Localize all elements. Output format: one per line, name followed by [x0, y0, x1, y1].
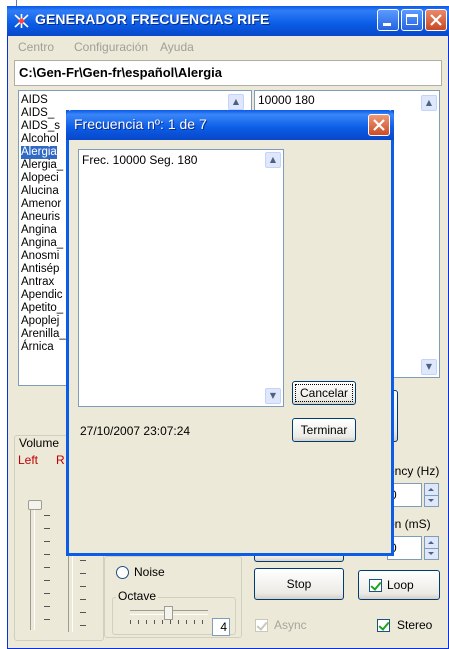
noise-label: Noise: [134, 565, 165, 579]
loop-checkbox[interactable]: [369, 579, 382, 592]
list-item[interactable]: Anosmi: [21, 250, 59, 263]
dialog-title: Frecuencia nº: 1 de 7: [74, 116, 207, 132]
octave-slider[interactable]: [128, 606, 210, 628]
dialog-close-button[interactable]: [368, 114, 390, 136]
list-item[interactable]: Apendic: [21, 289, 63, 302]
close-icon: [373, 119, 385, 131]
app-icon: [14, 14, 29, 28]
left-label: Left: [18, 453, 39, 467]
octave-label: Octave: [116, 589, 159, 603]
dialog-timestamp: 27/10/2007 23:07:24: [80, 424, 191, 438]
list-item[interactable]: Alopeci: [21, 172, 59, 185]
memo-text: Frec. 10000 Seg. 180: [82, 153, 198, 167]
noise-radio[interactable]: [116, 566, 129, 579]
list-item[interactable]: Alergia_: [21, 159, 63, 172]
duration-spinner[interactable]: [424, 536, 439, 560]
freq-scroll-up-button[interactable]: ▲: [421, 95, 437, 111]
frequency-label: ency (Hz): [388, 464, 440, 478]
menu-ayuda[interactable]: Ayuda: [160, 40, 194, 54]
duration-label: on (mS): [388, 517, 431, 531]
volume-label: Volume: [18, 436, 61, 450]
list-item-selected[interactable]: Alergia: [21, 146, 57, 159]
list-item[interactable]: Antisép: [21, 263, 59, 276]
stop-button[interactable]: Stop: [254, 568, 344, 600]
list-item[interactable]: Amenor: [21, 198, 61, 211]
octave-value[interactable]: 4: [212, 618, 230, 636]
list-item[interactable]: Angina_: [21, 237, 63, 250]
loop-toggle[interactable]: Loop: [358, 570, 440, 600]
dialog-titlebar[interactable]: Frecuencia nº: 1 de 7: [66, 110, 394, 140]
list-item[interactable]: Antrax: [21, 276, 54, 289]
list-item[interactable]: AIDS_: [21, 107, 54, 120]
right-volume-ticks: [80, 560, 86, 632]
path-display: C:\Gen-Fr\Gen-fr\español\Alergia: [14, 60, 442, 86]
close-button[interactable]: [425, 9, 447, 31]
frequency-spinner[interactable]: [424, 483, 439, 507]
menu-bar: Centro Configuración Ayuda: [8, 36, 448, 58]
stereo-label: Stereo: [397, 618, 433, 632]
frequency-list-item[interactable]: 10000 180: [258, 93, 315, 107]
right-label: R: [56, 453, 65, 467]
list-item[interactable]: Aneuris: [21, 211, 60, 224]
async-checkbox[interactable]: [255, 619, 268, 632]
memo-scroll-down-button[interactable]: ▼: [265, 388, 281, 404]
list-item[interactable]: Apoplej: [21, 315, 59, 328]
async-label: Async: [274, 618, 307, 632]
list-item[interactable]: AIDS: [21, 94, 48, 107]
menu-centro[interactable]: Centro: [18, 40, 54, 54]
window-title: GENERADOR FRECUENCIAS RIFE: [35, 11, 270, 27]
close-icon: [430, 14, 442, 26]
maximize-button[interactable]: [401, 9, 423, 31]
menu-configuracion[interactable]: Configuración: [74, 40, 148, 54]
list-item[interactable]: Angina: [21, 224, 57, 237]
list-item[interactable]: Alcohol: [21, 133, 59, 146]
left-volume-ticks: [44, 515, 50, 632]
stereo-checkbox[interactable]: [377, 619, 390, 632]
freq-scroll-down-button[interactable]: ▼: [421, 359, 437, 375]
minimize-button[interactable]: [377, 9, 399, 31]
main-titlebar[interactable]: GENERADOR FRECUENCIAS RIFE: [7, 6, 449, 36]
loop-label: Loop: [387, 578, 414, 592]
list-item[interactable]: Alucina: [21, 185, 59, 198]
list-item[interactable]: Apetito_: [21, 302, 63, 315]
finish-button[interactable]: Terminar: [292, 418, 356, 442]
list-item[interactable]: Árnica: [21, 341, 54, 354]
list-scroll-up-button[interactable]: ▲: [228, 94, 244, 110]
dialog-memo[interactable]: Frec. 10000 Seg. 180 ▲ ▼: [78, 149, 284, 407]
list-item[interactable]: Arenilla_: [21, 328, 66, 341]
cancel-button[interactable]: Cancelar: [292, 381, 356, 405]
list-item[interactable]: AIDS_s: [21, 120, 60, 133]
memo-scroll-up-button[interactable]: ▲: [265, 152, 281, 168]
